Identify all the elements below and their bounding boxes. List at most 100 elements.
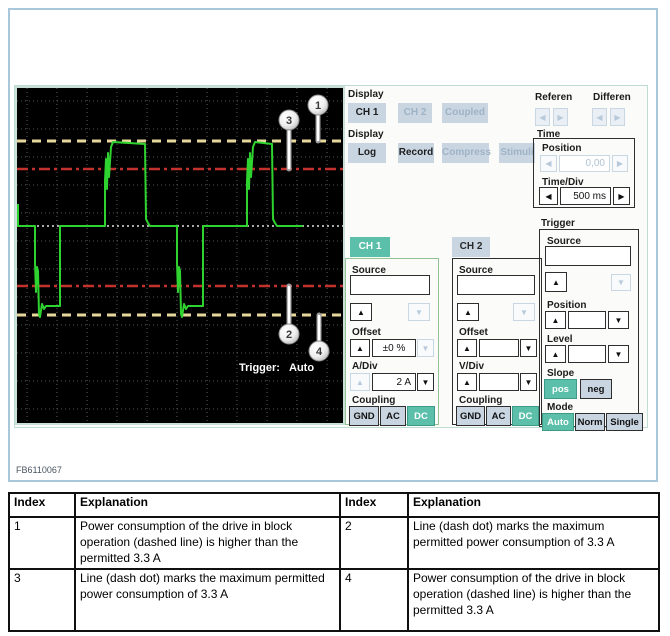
explanation-cell: Power consumption of the drive in block …: [407, 568, 660, 633]
display-channels-label: Display: [348, 89, 384, 100]
header-index-1: Index: [8, 492, 76, 518]
time-position-value: 0,00: [559, 155, 610, 172]
left-arrow-icon: ◀: [539, 112, 546, 122]
figure-code: FB6110067: [16, 465, 62, 475]
ch1-coupling-dc-button[interactable]: DC: [407, 406, 435, 426]
timediv-decrease-button[interactable]: ◀: [539, 187, 558, 205]
callout-4: 4: [316, 346, 323, 358]
left-arrow-icon: ◀: [545, 191, 552, 201]
compress-button[interactable]: Compress: [442, 143, 491, 163]
ch1-source-input[interactable]: [350, 275, 430, 295]
trigger-level-down-button[interactable]: ▼: [608, 345, 629, 363]
ch2-source-up-button[interactable]: ▲: [457, 303, 479, 321]
ch1-offset-up-button[interactable]: ▲: [350, 339, 370, 357]
down-arrow-icon: ▼: [415, 307, 423, 317]
ch2-offset-up-button[interactable]: ▲: [457, 339, 477, 357]
display-ch1-button[interactable]: CH 1: [348, 103, 386, 123]
timediv-value: 500 ms: [560, 187, 611, 205]
ch1-source-down-button[interactable]: ▼: [408, 303, 430, 321]
ch1-coupling-ac-button[interactable]: AC: [380, 406, 406, 426]
up-arrow-icon: ▲: [463, 343, 471, 353]
mode-norm-button[interactable]: Norm: [575, 413, 605, 431]
tab-ch1[interactable]: CH 1: [350, 237, 390, 257]
up-arrow-icon: ▲: [356, 343, 364, 353]
scope-plot: Trigger: Auto 1 3 2 4: [17, 88, 343, 423]
ch2-scale-value: [479, 373, 519, 391]
ch1-source-up-button[interactable]: ▲: [350, 303, 372, 321]
mode-single-button[interactable]: Single: [606, 413, 643, 431]
difference-prev-button[interactable]: ◀: [592, 108, 607, 126]
up-arrow-icon: ▲: [463, 377, 471, 387]
explanation-cell: Line (dash dot) marks the maximum permit…: [74, 568, 341, 633]
reference-prev-button[interactable]: ◀: [535, 108, 550, 126]
ch2-scale-up-button[interactable]: ▲: [457, 373, 477, 391]
time-position-label: Position: [542, 143, 582, 154]
display-coupled-button[interactable]: Coupled: [442, 103, 488, 123]
ch2-offset-down-button[interactable]: ▼: [520, 339, 537, 357]
time-position-decrease-button[interactable]: ◀: [540, 155, 557, 172]
trigger-source-down-button[interactable]: ▼: [611, 274, 631, 291]
timediv-increase-button[interactable]: ▶: [613, 187, 630, 205]
ch1-scale-up-button[interactable]: ▲: [350, 373, 370, 391]
record-button[interactable]: Record: [398, 143, 434, 163]
ch2-coupling-dc-button[interactable]: DC: [512, 406, 539, 426]
scope-app-panel: Trigger: Auto 1 3 2 4 Display CH 1 CH 2 …: [14, 85, 648, 431]
table-header-row: Index Explanation Index Explanation: [8, 492, 660, 518]
right-arrow-icon: ▶: [616, 159, 624, 168]
ch1-offset-down-button[interactable]: ▼: [417, 339, 434, 357]
left-arrow-icon: ◀: [545, 159, 552, 168]
trigger-group-label: Trigger: [541, 218, 575, 229]
display-ch2-button[interactable]: CH 2: [398, 103, 432, 123]
up-arrow-icon: ▲: [551, 349, 560, 359]
down-arrow-icon: ▼: [614, 315, 623, 325]
ch1-scale-down-button[interactable]: ▼: [417, 373, 434, 391]
trigger-source-up-button[interactable]: ▲: [545, 272, 567, 292]
difference-next-button[interactable]: ▶: [610, 108, 625, 126]
trigger-position-value: [568, 311, 606, 329]
down-arrow-icon: ▼: [520, 307, 528, 317]
trigger-panel: Source ▲ ▼ Position ▲ ▼ Level ▲ ▼ Slope …: [539, 229, 643, 431]
callout-2: 2: [286, 329, 292, 341]
trigger-level-label: Level: [547, 334, 573, 345]
right-arrow-icon: ▶: [557, 112, 564, 122]
ch2-offset-label: Offset: [459, 327, 488, 338]
time-position-increase-button[interactable]: ▶: [612, 155, 628, 172]
ch2-panel: Source ▲ ▼ Offset ▲ ▼ V/Div ▲ ▼ Coupling…: [452, 258, 542, 426]
figure-frame: Trigger: Auto 1 3 2 4 Display CH 1 CH 2 …: [8, 8, 658, 482]
tab-ch2[interactable]: CH 2: [452, 237, 490, 257]
ch2-scale-down-button[interactable]: ▼: [520, 373, 537, 391]
oscilloscope-screen: Trigger: Auto 1 3 2 4: [15, 86, 345, 425]
time-group-box: Position ◀ 0,00 ▶ Time/Div ◀ 500 ms ▶: [533, 138, 635, 208]
trigger-level-value: [568, 345, 606, 363]
ch2-source-input[interactable]: [457, 275, 535, 295]
ch1-offset-value: ±0 %: [372, 339, 416, 357]
ch1-scale-label: A/Div: [352, 361, 378, 372]
trigger-level-up-button[interactable]: ▲: [545, 345, 566, 363]
ch2-coupling-label: Coupling: [459, 395, 503, 406]
explanation-cell: Line (dash dot) marks the maximum permit…: [407, 515, 660, 571]
ch2-coupling-ac-button[interactable]: AC: [486, 406, 511, 426]
log-button[interactable]: Log: [348, 143, 386, 163]
header-explanation-2: Explanation: [407, 492, 660, 518]
ch1-coupling-gnd-button[interactable]: GND: [349, 406, 379, 426]
stimuli-button[interactable]: Stimuli: [499, 143, 535, 163]
down-arrow-icon: ▼: [617, 278, 625, 287]
ch2-coupling-gnd-button[interactable]: GND: [456, 406, 485, 426]
trigger-position-label: Position: [547, 300, 587, 311]
trigger-source-input[interactable]: [545, 246, 631, 266]
trigger-position-down-button[interactable]: ▼: [608, 311, 629, 329]
table-row: 1 Power consumption of the drive in bloc…: [8, 515, 660, 571]
trigger-position-up-button[interactable]: ▲: [545, 311, 566, 329]
mode-auto-button[interactable]: Auto: [542, 413, 574, 431]
slope-pos-button[interactable]: pos: [544, 379, 577, 399]
index-cell: 1: [8, 515, 76, 571]
callout-3: 3: [286, 115, 292, 127]
callout-1: 1: [315, 100, 321, 112]
trigger-status-value: Auto: [289, 362, 314, 374]
ch2-source-down-button[interactable]: ▼: [513, 303, 535, 321]
trigger-slope-label: Slope: [547, 368, 575, 379]
reference-next-button[interactable]: ▶: [553, 108, 568, 126]
slope-neg-button[interactable]: neg: [580, 379, 612, 399]
down-arrow-icon: ▼: [614, 349, 623, 359]
up-arrow-icon: ▲: [356, 377, 364, 387]
